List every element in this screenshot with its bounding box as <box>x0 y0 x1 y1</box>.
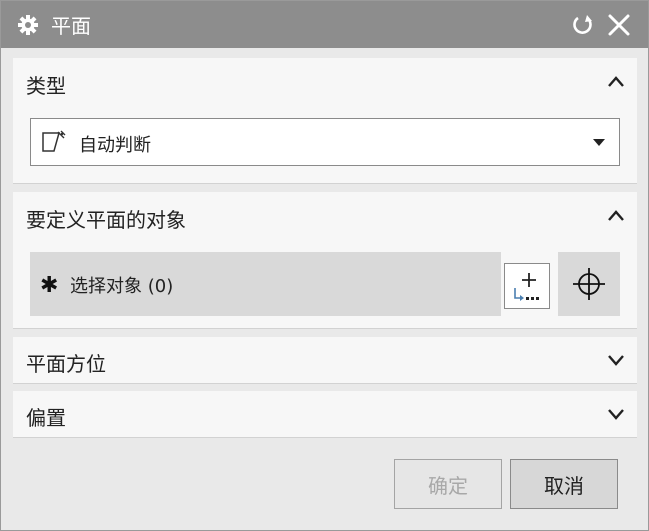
offset-section[interactable]: 偏置 <box>13 391 637 437</box>
ok-button[interactable]: 确定 <box>394 459 502 509</box>
chevron-up-icon[interactable] <box>606 206 626 226</box>
dropdown-arrow-icon[interactable] <box>593 139 605 146</box>
reset-icon[interactable] <box>570 12 596 38</box>
chevron-down-icon[interactable] <box>606 350 626 370</box>
objects-section-header[interactable]: 要定义平面的对象 <box>13 192 637 240</box>
select-objects-label: 选择对象 (0) <box>70 276 174 297</box>
type-dropdown-value: 自动判断 <box>79 135 151 156</box>
point-dialog-button[interactable] <box>558 252 620 316</box>
type-section: 类型 自动判断 <box>13 58 637 183</box>
orientation-section-label: 平面方位 <box>26 352 106 376</box>
select-objects-field[interactable]: ✱ 选择对象 (0) <box>30 252 501 316</box>
plane-dialog: 平面 类型 自动判断 要定义平面的对象 ✱ 选择对象 (0) 平面方位 偏置 确… <box>0 0 649 531</box>
objects-section-label: 要定义平面的对象 <box>26 208 186 232</box>
orientation-section[interactable]: 平面方位 <box>13 337 637 383</box>
type-section-header[interactable]: 类型 <box>13 58 637 106</box>
close-icon[interactable] <box>606 12 632 38</box>
chevron-up-icon[interactable] <box>606 72 626 92</box>
dialog-title: 平面 <box>51 14 91 38</box>
crosshair-icon <box>573 268 605 300</box>
chevron-down-icon[interactable] <box>606 404 626 424</box>
objects-section: 要定义平面的对象 ✱ 选择对象 (0) <box>13 192 637 328</box>
title-bar[interactable]: 平面 <box>1 1 648 48</box>
type-section-label: 类型 <box>26 74 66 98</box>
add-new-set-icon <box>514 273 539 301</box>
type-dropdown[interactable]: 自动判断 <box>30 118 620 166</box>
required-asterisk-icon: ✱ <box>40 273 59 298</box>
plane-inferred-icon <box>41 130 67 154</box>
cancel-button[interactable]: 取消 <box>510 459 618 509</box>
offset-section-label: 偏置 <box>26 406 66 430</box>
gear-icon[interactable] <box>17 14 39 36</box>
orientation-section-header[interactable]: 平面方位 <box>13 337 637 385</box>
add-new-set-button[interactable] <box>504 263 550 309</box>
offset-section-header[interactable]: 偏置 <box>13 391 637 439</box>
